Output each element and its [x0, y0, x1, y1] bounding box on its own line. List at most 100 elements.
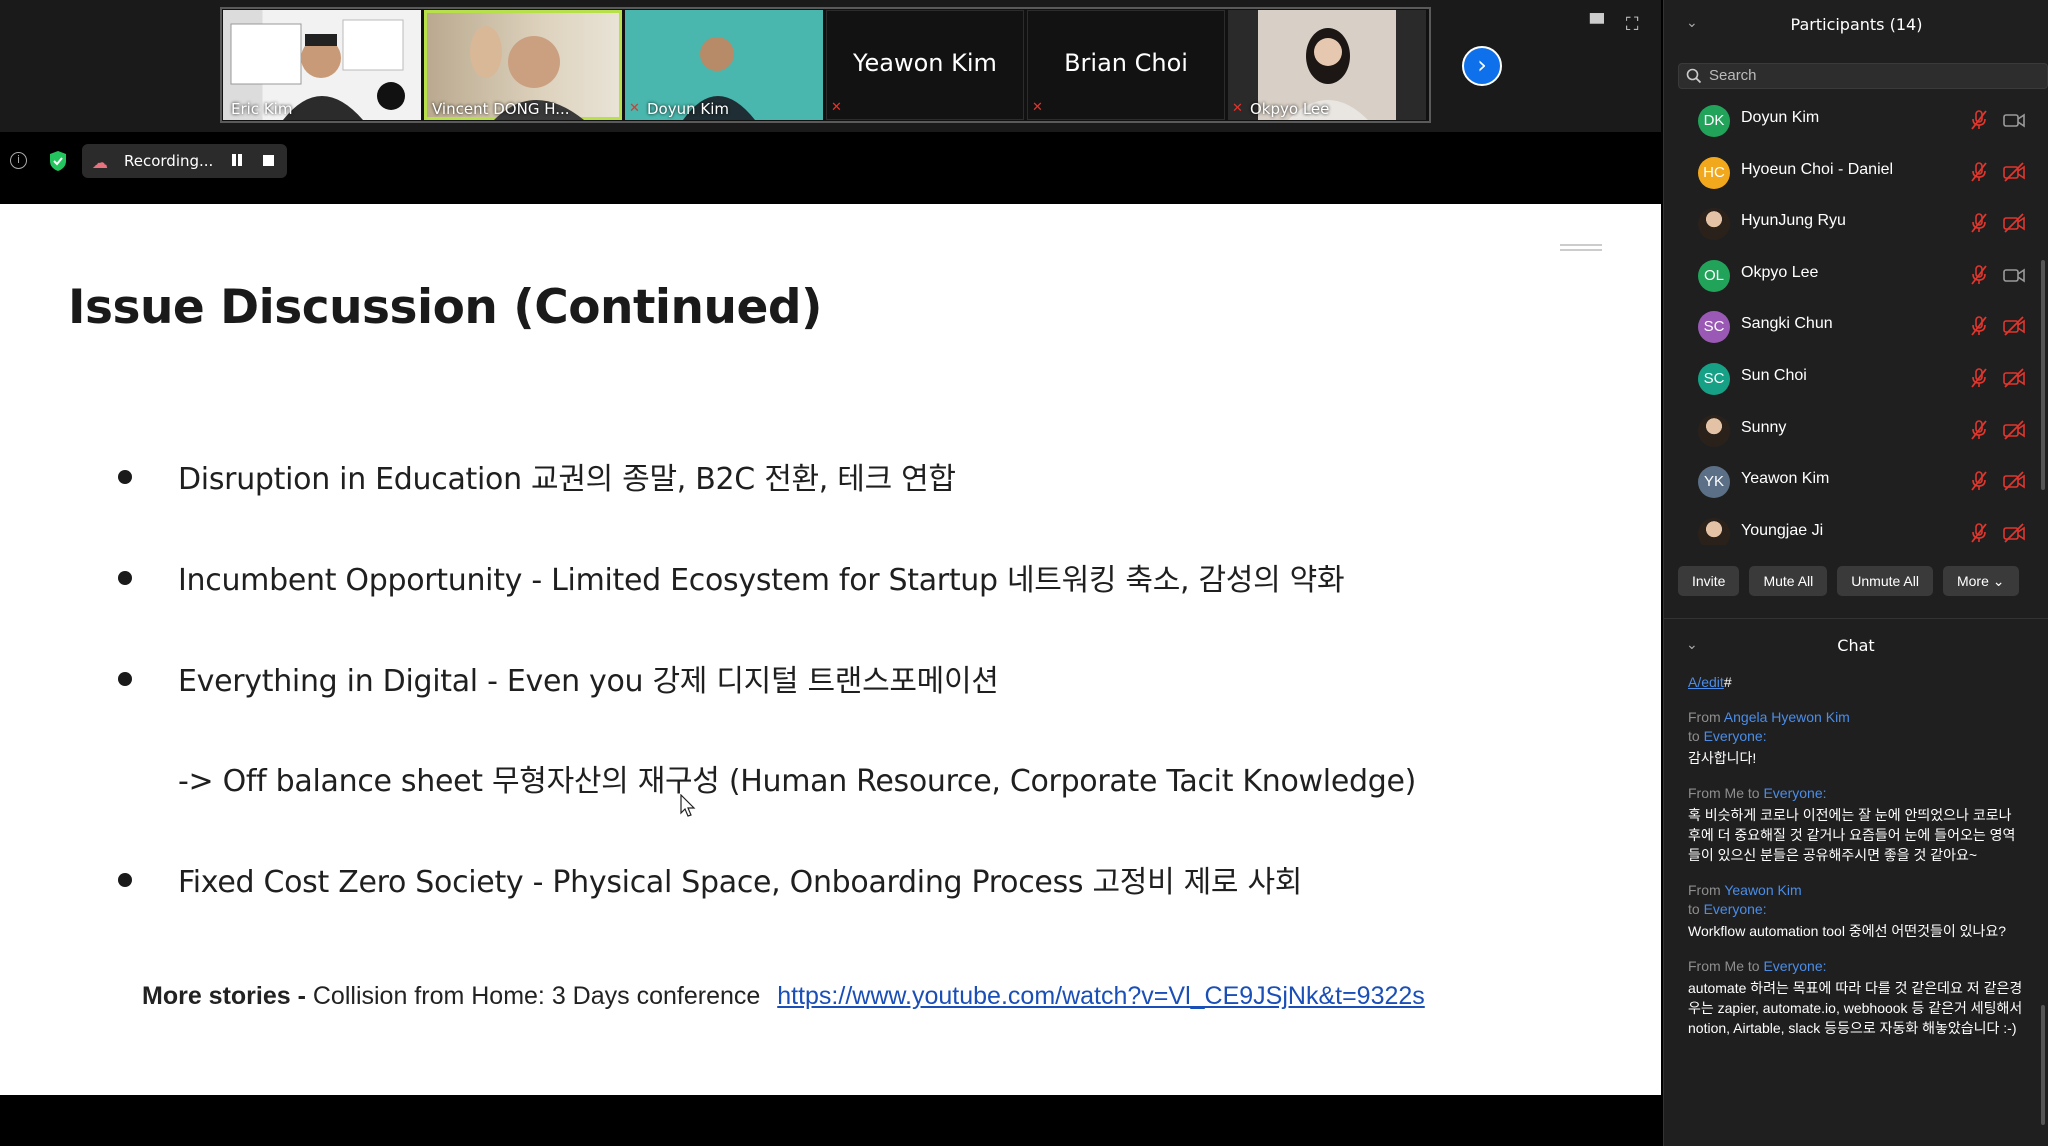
gallery-view-icon[interactable]: ▀ — [1590, 14, 1604, 35]
slide-bullet-3: Everything in Digital - Even you 강제 디지털 … — [178, 664, 999, 699]
mic-muted-icon[interactable] — [1969, 419, 1989, 441]
chat-text: 감사합니다! — [1688, 750, 1757, 766]
video-tile-brian-choi[interactable]: Brian Choi ✕ — [1027, 10, 1225, 120]
video-icon[interactable] — [2003, 265, 2025, 285]
slide-bullet-1: Disruption in Education 교권의 종말, B2C 전환, … — [178, 462, 956, 497]
video-off-icon[interactable] — [2003, 471, 2025, 491]
chat-message: From Angela Hyewon Kim to Everyone: 감사합니다! — [1688, 708, 2028, 768]
avatar: YK — [1698, 466, 1730, 499]
participant-row[interactable]: DK Doyun Kim — [1664, 95, 2036, 147]
chat-to-prefix: to — [1688, 901, 1704, 917]
tile-name: Yeawon Kim — [853, 49, 997, 77]
slide-sub-point: -> Off balance sheet 무형자산의 재구성 (Human Re… — [178, 764, 1417, 799]
participant-row[interactable]: HyunJung Ryu — [1664, 198, 2036, 250]
chat-meta: From Me to Everyone: — [1688, 957, 2028, 976]
video-off-icon[interactable] — [2003, 316, 2025, 337]
chat-scrollbar[interactable] — [2041, 1005, 2045, 1125]
pause-recording-button[interactable] — [230, 152, 244, 168]
video-icon[interactable] — [2003, 110, 2025, 130]
avatar: SC — [1698, 362, 1730, 395]
more-stories-text: Collision from Home: 3 Days conference — [312, 982, 761, 1010]
participant-row[interactable]: HC Hyoeun Choi - Daniel — [1664, 147, 2036, 199]
bullet-dot — [118, 571, 132, 585]
recording-indicator: ☁ Recording... — [82, 144, 287, 178]
info-icon[interactable]: i — [10, 152, 27, 169]
mic-muted-icon[interactable] — [1969, 161, 1989, 183]
participant-row[interactable]: YK Yeawon Kim — [1664, 456, 2036, 508]
participant-search[interactable] — [1678, 63, 2048, 89]
avatar — [1698, 208, 1730, 241]
chat-recipient[interactable]: Everyone: — [1704, 901, 1767, 917]
participant-actions: Invite Mute All Unmute All More ⌄ — [1678, 566, 2019, 596]
chat-recipient[interactable]: Everyone: — [1763, 958, 1826, 974]
mute-all-button[interactable]: Mute All — [1749, 566, 1828, 596]
shared-screen-slide: Issue Discussion (Continued) Disruption … — [0, 204, 1661, 1095]
sidebar-panel: ⌄ Participants (14) DK Doyun Kim HC Hyoeun … — [1663, 0, 2048, 1146]
chat-messages: A/edit# From Angela Hyewon Kim to Everyon… — [1688, 670, 2028, 1054]
invite-button[interactable]: Invite — [1678, 566, 1740, 596]
mic-muted-icon[interactable] — [1969, 470, 1989, 492]
avatar: HC — [1698, 156, 1730, 189]
participant-row[interactable]: SC Sun Choi — [1664, 353, 2036, 405]
unmute-all-button[interactable]: Unmute All — [1837, 566, 1933, 596]
recording-label: Recording... — [124, 152, 214, 170]
video-off-icon[interactable] — [2003, 523, 2025, 543]
chat-from-prefix: From Me to — [1688, 958, 1764, 974]
video-tile-okpyo-lee[interactable]: ✕ Okpyo Lee — [1228, 10, 1426, 120]
bullet-dot — [118, 470, 132, 484]
more-stories-line: More stories - Collision from Home: 3 Da… — [142, 982, 1425, 1011]
chat-recipient[interactable]: Everyone: — [1704, 728, 1767, 744]
more-stories-label: More stories - — [142, 982, 313, 1010]
video-off-icon[interactable] — [2003, 161, 2025, 182]
mic-muted-icon[interactable] — [1969, 315, 1989, 337]
participant-row[interactable]: Youngjae Ji — [1664, 508, 2036, 545]
search-input[interactable] — [1709, 67, 2029, 84]
next-page-button[interactable]: › — [1462, 46, 1502, 86]
avatar: SC — [1698, 311, 1730, 344]
muted-mic-icon: ✕ — [831, 100, 842, 115]
participant-row[interactable]: SC Sangki Chun — [1664, 301, 2036, 353]
more-label: More — [1956, 573, 1989, 589]
mic-muted-icon[interactable] — [1969, 264, 1989, 286]
video-off-icon[interactable] — [2003, 368, 2025, 388]
chat-sender[interactable]: Yeawon Kim — [1724, 882, 1801, 898]
participant-row[interactable]: Sunny — [1664, 405, 2036, 457]
chat-recipient[interactable]: Everyone: — [1763, 785, 1826, 801]
slide-title: Issue Discussion (Continued) — [68, 280, 822, 335]
participant-scrollbar[interactable] — [2041, 260, 2045, 490]
video-off-icon[interactable] — [2003, 213, 2025, 233]
more-button[interactable]: More ⌄ — [1942, 566, 2019, 596]
bottom-bar — [0, 1095, 1661, 1146]
chat-link[interactable]: A/edit — [1688, 674, 1724, 690]
search-icon — [1686, 68, 1702, 84]
participants-header: ⌄ Participants (14) — [1664, 0, 2048, 50]
youtube-link[interactable]: https://www.youtube.com/watch?v=Vl_CE9JS… — [777, 982, 1425, 1010]
tile-name: Okpyo Lee — [1250, 100, 1330, 118]
video-tile-eric-kim[interactable]: Eric Kim — [223, 10, 421, 120]
mic-muted-icon[interactable] — [1969, 367, 1989, 389]
stop-recording-button[interactable] — [263, 155, 274, 166]
chat-fragment: A/edit# — [1688, 672, 2028, 692]
chat-from-prefix: From — [1688, 709, 1724, 725]
shield-check-icon[interactable] — [49, 151, 67, 171]
video-off-icon[interactable] — [2003, 419, 2025, 440]
chat-meta: From Yeawon Kim to Everyone: — [1688, 881, 2028, 919]
muted-mic-icon: ✕ — [1232, 101, 1243, 116]
video-tile-doyun-kim[interactable]: ✕ Doyun Kim — [625, 10, 823, 120]
mouse-cursor-icon — [680, 794, 696, 817]
slide-menu-icon[interactable] — [1560, 244, 1602, 256]
fullscreen-icon[interactable]: ⛶ — [1626, 14, 1639, 35]
tile-name: Doyun Kim — [647, 100, 730, 118]
bullet-dot — [118, 873, 132, 887]
mic-muted-icon[interactable] — [1969, 109, 1989, 131]
muted-mic-icon: ✕ — [1032, 100, 1043, 115]
chat-from-prefix: From — [1688, 882, 1725, 898]
participant-row[interactable]: OL Okpyo Lee — [1664, 250, 2036, 302]
video-tile-yeawon-kim[interactable]: Yeawon Kim ✕ — [826, 10, 1024, 120]
video-tile-vincent-dong[interactable]: Vincent DONG H... — [424, 10, 622, 120]
chat-sender[interactable]: Angela Hyewon Kim — [1724, 709, 1850, 725]
chat-message: From Yeawon Kim to Everyone: Workflow aut… — [1688, 881, 2028, 941]
mic-muted-icon[interactable] — [1969, 522, 1989, 544]
participant-list: DK Doyun Kim HC Hyoeun Choi - Daniel HyunJun… — [1664, 95, 2036, 545]
mic-muted-icon[interactable] — [1969, 212, 1989, 234]
